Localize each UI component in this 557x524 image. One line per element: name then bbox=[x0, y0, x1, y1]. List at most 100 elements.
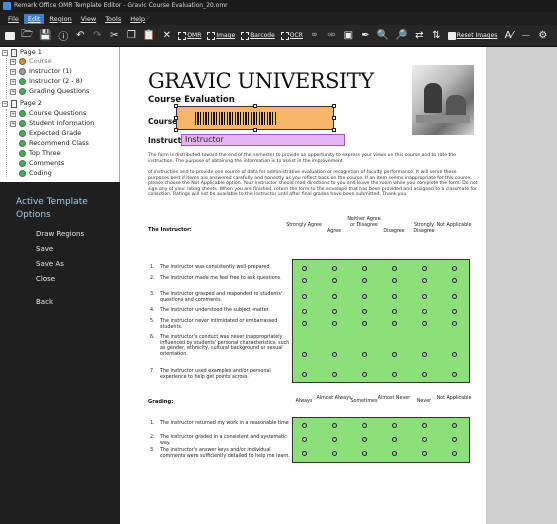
answer-bubble[interactable] bbox=[362, 352, 367, 357]
barcode-region-button[interactable]: Barcode bbox=[241, 29, 275, 43]
answer-bubble[interactable] bbox=[302, 309, 307, 314]
answer-bubble[interactable] bbox=[392, 321, 397, 326]
answer-bubble[interactable] bbox=[302, 321, 307, 326]
answer-bubble[interactable] bbox=[302, 372, 307, 377]
tree-item-comments[interactable]: Comments bbox=[19, 159, 64, 168]
expand-icon[interactable]: + bbox=[10, 88, 16, 95]
swap-icon[interactable]: ⇄ bbox=[414, 29, 425, 43]
answer-bubble[interactable] bbox=[452, 309, 457, 314]
image-region-button[interactable]: Image bbox=[207, 29, 235, 43]
back-button[interactable]: Back bbox=[36, 298, 53, 306]
answer-bubble[interactable] bbox=[392, 437, 397, 442]
menu-help[interactable]: Help bbox=[126, 14, 149, 24]
omr-region-instructor[interactable] bbox=[292, 259, 470, 383]
answer-bubble[interactable] bbox=[452, 321, 457, 326]
ocr-region-button[interactable]: OCR bbox=[280, 29, 303, 43]
answer-bubble[interactable] bbox=[422, 321, 427, 326]
answer-bubble[interactable] bbox=[302, 437, 307, 442]
delete-icon[interactable]: ✕ bbox=[161, 29, 172, 43]
tree-item-grading-questions[interactable]: + Grading Questions bbox=[10, 87, 89, 96]
pen-icon[interactable]: ✒ bbox=[360, 29, 371, 43]
tree-item-top-three[interactable]: Top Three bbox=[19, 149, 61, 158]
answer-bubble[interactable] bbox=[332, 294, 337, 299]
info-icon[interactable]: ⓘ bbox=[58, 29, 69, 43]
expand-icon[interactable]: + bbox=[10, 110, 16, 117]
answer-bubble[interactable] bbox=[362, 294, 367, 299]
template-canvas[interactable]: GRAVIC UNIVERSITY Course Evaluation Cour… bbox=[120, 47, 486, 524]
cut-icon[interactable]: ✂ bbox=[109, 29, 120, 43]
collapse-icon[interactable]: − bbox=[2, 49, 8, 56]
reset-images-button[interactable]: Reset Images bbox=[447, 29, 497, 43]
resize-handle[interactable] bbox=[253, 104, 257, 108]
omr-region-grading[interactable] bbox=[292, 417, 470, 463]
expand-icon[interactable]: + bbox=[10, 120, 16, 127]
answer-bubble[interactable] bbox=[452, 372, 457, 377]
answer-bubble[interactable] bbox=[422, 352, 427, 357]
answer-bubble[interactable] bbox=[392, 423, 397, 428]
zoom-in-icon[interactable]: 🔍 bbox=[377, 29, 389, 43]
answer-bubble[interactable] bbox=[332, 423, 337, 428]
spell-check-icon[interactable]: A⁄ bbox=[503, 29, 514, 43]
answer-bubble[interactable] bbox=[422, 423, 427, 428]
sort-icon[interactable]: ⇅ bbox=[431, 29, 442, 43]
menu-region[interactable]: Region bbox=[45, 14, 75, 24]
answer-bubble[interactable] bbox=[452, 451, 457, 456]
answer-bubble[interactable] bbox=[362, 451, 367, 456]
resize-handle[interactable] bbox=[174, 104, 178, 108]
answer-bubble[interactable] bbox=[452, 437, 457, 442]
answer-bubble[interactable] bbox=[332, 321, 337, 326]
answer-bubble[interactable] bbox=[422, 278, 427, 283]
answer-bubble[interactable] bbox=[422, 266, 427, 271]
answer-bubble[interactable] bbox=[422, 451, 427, 456]
paste-icon[interactable]: 📋 bbox=[143, 29, 155, 43]
resize-handle[interactable] bbox=[332, 128, 336, 132]
tree-item-instructor-1[interactable]: + Instructor (1) bbox=[10, 67, 72, 76]
save-as-button[interactable]: Save As bbox=[36, 260, 64, 268]
answer-bubble[interactable] bbox=[332, 309, 337, 314]
answer-bubble[interactable] bbox=[302, 266, 307, 271]
zoom-out-icon[interactable]: 🔎 bbox=[395, 29, 407, 43]
answer-bubble[interactable] bbox=[362, 437, 367, 442]
answer-bubble[interactable] bbox=[332, 352, 337, 357]
save-button[interactable]: Save bbox=[36, 245, 53, 253]
copy-icon[interactable]: ❐ bbox=[126, 29, 137, 43]
answer-bubble[interactable] bbox=[392, 309, 397, 314]
select-region-icon[interactable]: ▣ bbox=[343, 29, 354, 43]
open-folder-icon[interactable]: 🗁 bbox=[21, 29, 33, 43]
answer-bubble[interactable] bbox=[302, 451, 307, 456]
keyboard-icon[interactable] bbox=[4, 29, 15, 43]
resize-handle[interactable] bbox=[332, 104, 336, 108]
answer-bubble[interactable] bbox=[392, 451, 397, 456]
tree-item-student-information[interactable]: + Student Information bbox=[10, 119, 94, 128]
answer-bubble[interactable] bbox=[392, 266, 397, 271]
settings-gear-icon[interactable]: ⚙ bbox=[537, 29, 548, 43]
menu-tools[interactable]: Tools bbox=[101, 14, 125, 24]
answer-bubble[interactable] bbox=[422, 309, 427, 314]
answer-bubble[interactable] bbox=[332, 451, 337, 456]
answer-bubble[interactable] bbox=[362, 372, 367, 377]
answer-bubble[interactable] bbox=[392, 372, 397, 377]
barcode-region[interactable] bbox=[174, 104, 336, 132]
answer-bubble[interactable] bbox=[362, 278, 367, 283]
resize-handle[interactable] bbox=[174, 128, 178, 132]
answer-bubble[interactable] bbox=[302, 423, 307, 428]
tree-page-2[interactable]: − Page 2 bbox=[2, 99, 42, 108]
tree-item-coding[interactable]: Coding bbox=[19, 169, 52, 178]
expand-icon[interactable]: + bbox=[10, 68, 16, 75]
tree-item-instructor-2-8[interactable]: + Instructor (2 - 8) bbox=[10, 77, 82, 86]
link-icon[interactable]: ⚭ bbox=[309, 29, 320, 43]
draw-regions-button[interactable]: Draw Regions bbox=[36, 230, 84, 238]
save-icon[interactable]: 💾 bbox=[39, 29, 51, 43]
answer-bubble[interactable] bbox=[362, 423, 367, 428]
answer-bubble[interactable] bbox=[452, 423, 457, 428]
answer-bubble[interactable] bbox=[362, 321, 367, 326]
answer-bubble[interactable] bbox=[302, 278, 307, 283]
answer-bubble[interactable] bbox=[332, 437, 337, 442]
answer-bubble[interactable] bbox=[362, 309, 367, 314]
expand-icon[interactable]: + bbox=[10, 58, 16, 65]
answer-bubble[interactable] bbox=[452, 266, 457, 271]
answer-bubble[interactable] bbox=[392, 352, 397, 357]
collapse-icon[interactable]: − bbox=[2, 100, 8, 107]
omr-region-button[interactable]: OMR bbox=[178, 29, 201, 43]
answer-bubble[interactable] bbox=[332, 372, 337, 377]
